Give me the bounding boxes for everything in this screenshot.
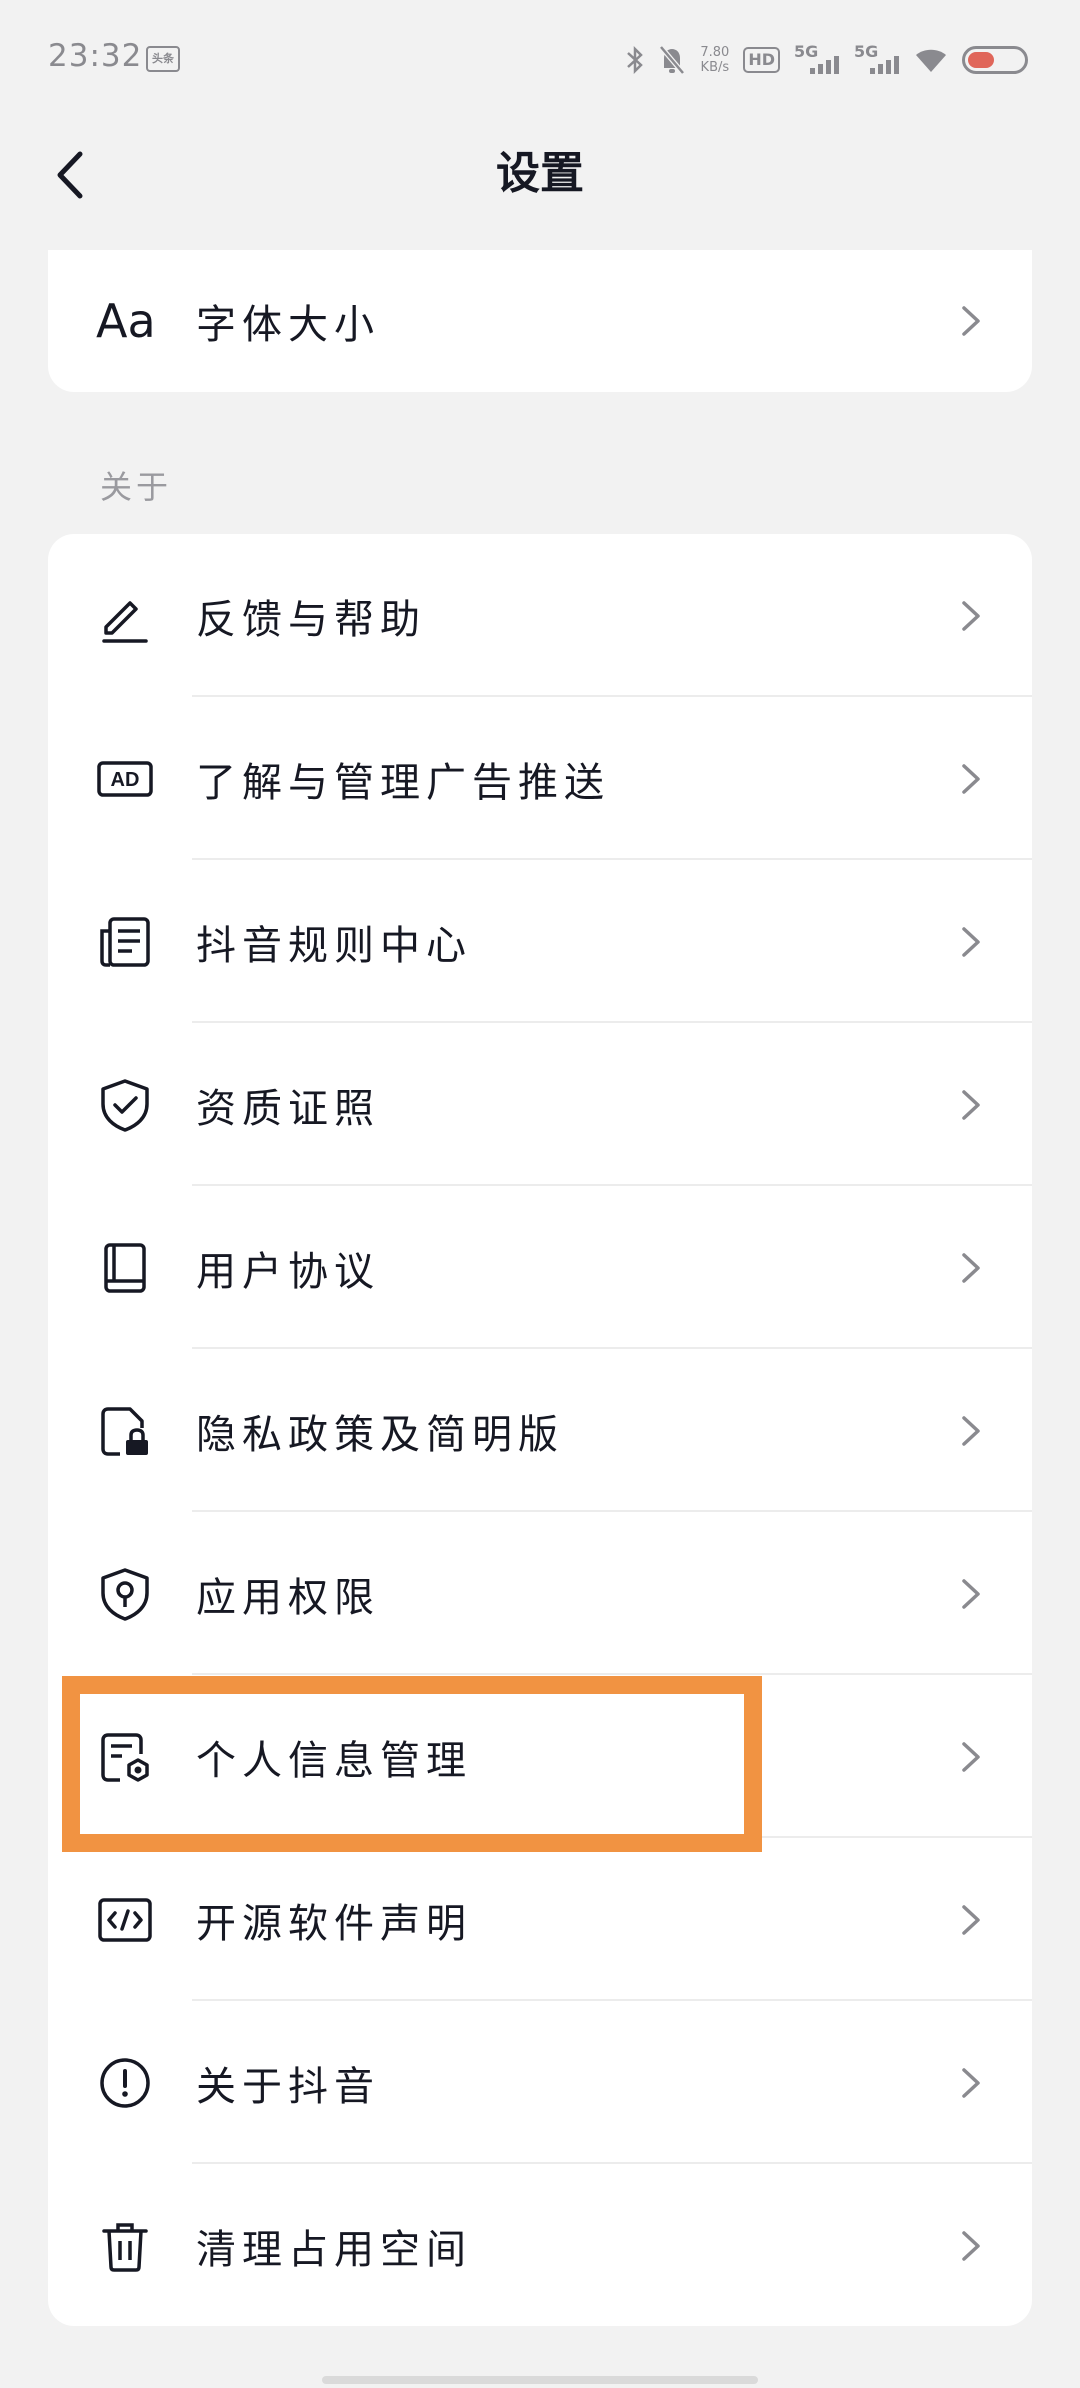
svg-text:AD: AD (111, 769, 140, 791)
settings-item-label: 关于抖音 (196, 2063, 380, 2110)
settings-item-label: 开源软件声明 (196, 1900, 472, 1947)
ad-icon: AD (97, 760, 153, 797)
chevron-right-icon (962, 1089, 980, 1120)
edit-pen-icon (102, 600, 148, 643)
settings-item-qualifications[interactable]: 资质证照 (48, 1023, 1032, 1186)
settings-item-label: 清理占用空间 (196, 2226, 472, 2273)
hd-voice-badge: HD (743, 47, 780, 73)
network-speed-value: 7.80 (700, 45, 730, 60)
notification-app-badge: 头条 (146, 46, 180, 72)
bluetooth-icon (626, 45, 644, 75)
battery-icon (962, 46, 1028, 74)
page-title: 设置 (496, 148, 584, 199)
section-header-about: 关于 (100, 468, 173, 506)
signal-5g-2-icon: 5G (854, 42, 900, 78)
status-bar: 23:32 头条 7.80 KB/s HD 5G 5G (0, 0, 1080, 120)
chevron-right-icon (962, 1904, 980, 1935)
network-speed: 7.80 KB/s (700, 45, 729, 75)
settings-item-label: 资质证照 (196, 1085, 380, 1132)
settings-item-user-agreement[interactable]: 用户协议 (48, 1186, 1032, 1349)
settings-item-label: 字体大小 (196, 302, 380, 348)
network-speed-unit: KB/s (700, 60, 730, 75)
file-settings-icon (101, 1732, 149, 1782)
settings-item-label: 用户协议 (196, 1248, 380, 1295)
home-indicator[interactable] (322, 2376, 758, 2384)
status-icons: 7.80 KB/s HD 5G 5G (626, 34, 1028, 86)
settings-item-label: 抖音规则中心 (196, 922, 472, 969)
chevron-right-icon (962, 1415, 980, 1446)
settings-item-ad-management[interactable]: AD 了解与管理广告推送 (48, 697, 1032, 860)
shield-key-icon (101, 1567, 149, 1621)
about-settings-card: 反馈与帮助 AD 了解与管理广告推送 抖音规则中心 资质证照 用户协议 隐私政策… (48, 534, 1032, 2326)
file-lock-icon (101, 1406, 148, 1456)
settings-item-privacy-policy[interactable]: 隐私政策及简明版 (48, 1349, 1032, 1512)
settings-item-label: 应用权限 (196, 1574, 380, 1621)
signal-5g-1-icon: 5G (794, 42, 840, 78)
shield-check-icon (101, 1078, 149, 1132)
settings-item-feedback[interactable]: 反馈与帮助 (48, 534, 1032, 697)
chevron-right-icon (962, 600, 980, 631)
settings-item-personal-info-management[interactable]: 个人信息管理 (48, 1675, 1032, 1838)
network-type-1: 5G (794, 42, 819, 61)
settings-item-clear-storage[interactable]: 清理占用空间 (48, 2164, 1032, 2327)
settings-item-open-source[interactable]: 开源软件声明 (48, 1838, 1032, 2001)
mute-bell-icon (658, 44, 686, 76)
chevron-right-icon (962, 763, 980, 794)
info-circle-icon (100, 2057, 150, 2108)
status-time: 23:32 (48, 38, 143, 74)
chevron-right-icon (962, 306, 980, 336)
code-icon (98, 1897, 152, 1942)
settings-item-label: 了解与管理广告推送 (196, 759, 610, 806)
trash-icon (102, 2222, 148, 2272)
settings-item-rules-center[interactable]: 抖音规则中心 (48, 860, 1032, 1023)
font-size-icon: Aa (96, 294, 156, 348)
book-icon (104, 1242, 146, 1293)
settings-item-label: 个人信息管理 (196, 1737, 472, 1784)
settings-item-label: 隐私政策及简明版 (196, 1411, 564, 1458)
chevron-right-icon (962, 1741, 980, 1772)
chevron-right-icon (962, 2067, 980, 2098)
chevron-right-icon (962, 926, 980, 957)
document-list-icon (100, 916, 150, 967)
settings-item-app-permissions[interactable]: 应用权限 (48, 1512, 1032, 1675)
settings-item-font-size[interactable]: Aa 字体大小 (48, 250, 1032, 392)
settings-item-label: 反馈与帮助 (196, 596, 426, 643)
chevron-right-icon (962, 2230, 980, 2261)
network-type-2: 5G (854, 42, 879, 61)
wifi-icon (914, 46, 948, 74)
top-app-bar: 设置 (0, 120, 1080, 230)
display-settings-card: Aa 字体大小 (48, 250, 1032, 392)
chevron-right-icon (962, 1252, 980, 1283)
settings-item-about-douyin[interactable]: 关于抖音 (48, 2001, 1032, 2164)
chevron-right-icon (962, 1578, 980, 1609)
